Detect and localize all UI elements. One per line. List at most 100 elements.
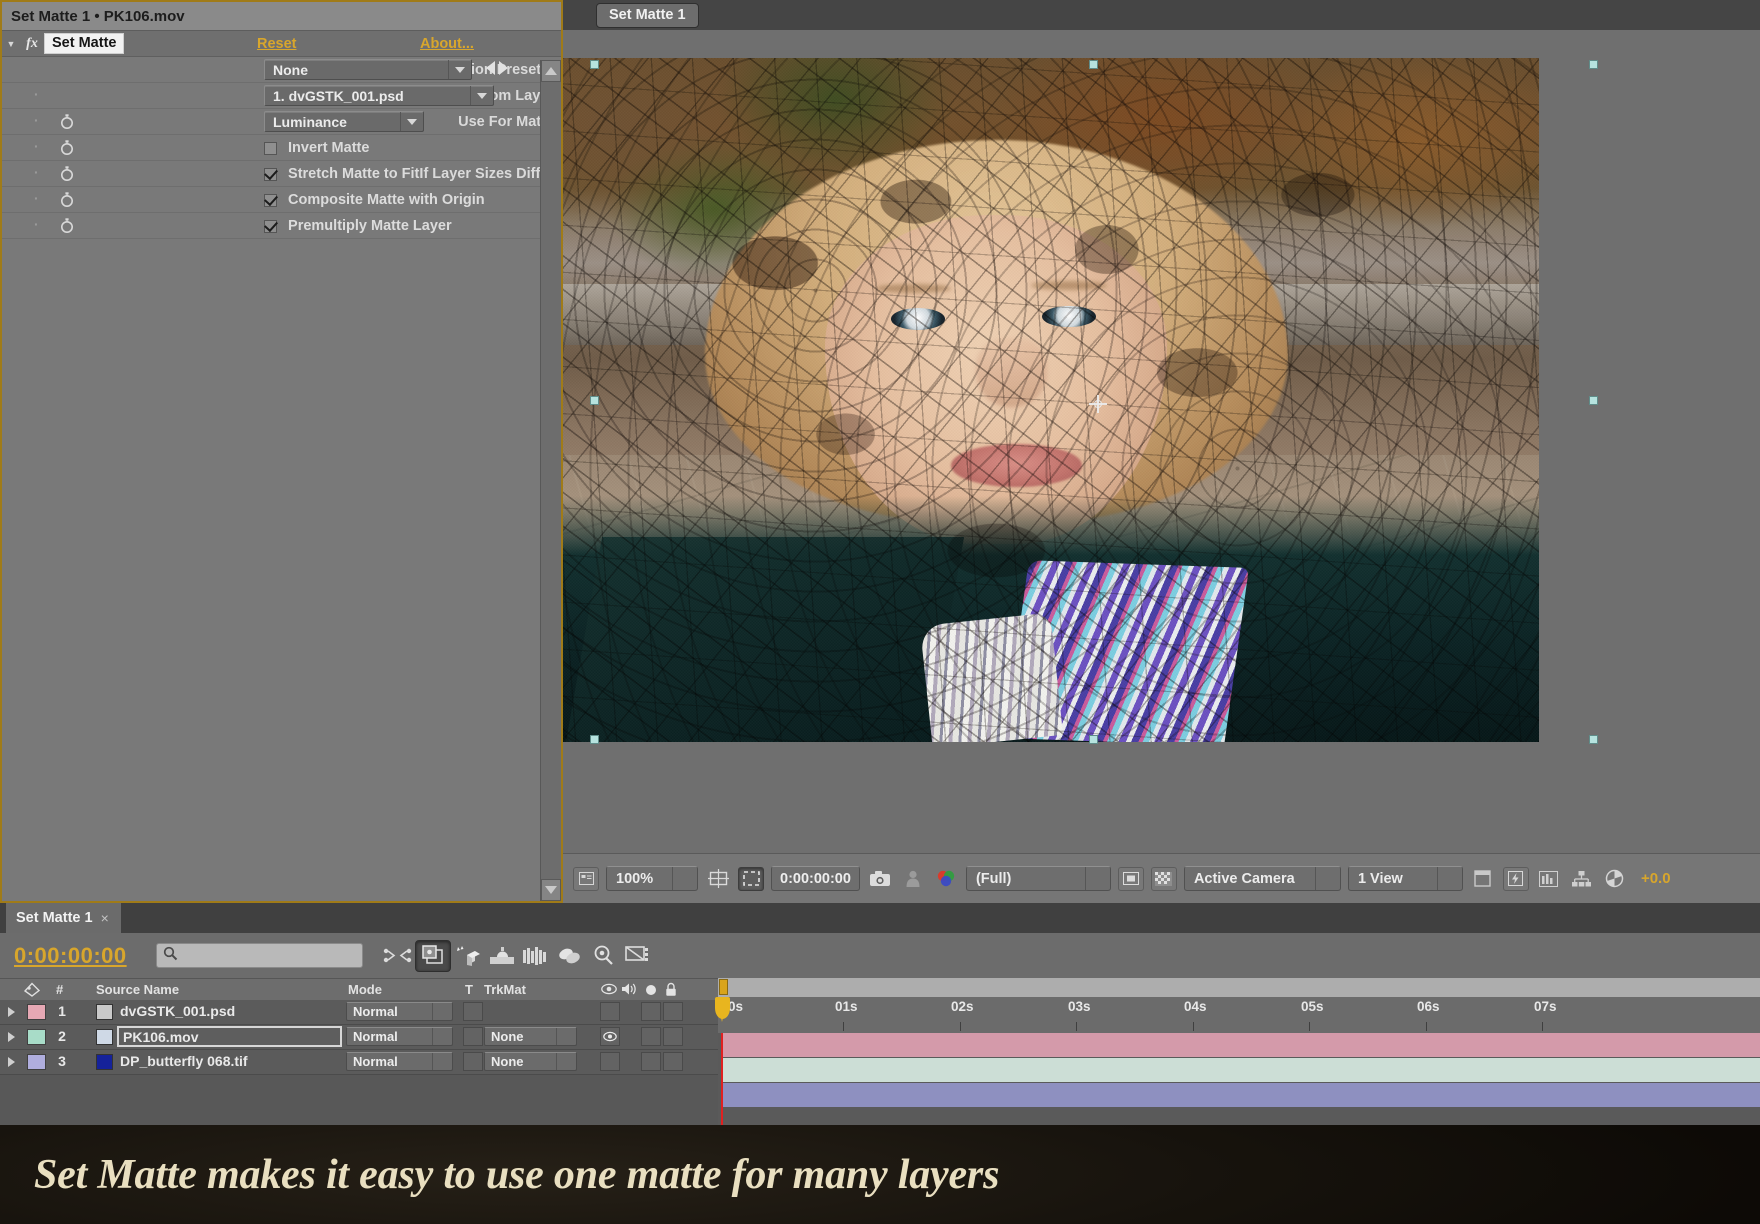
stopwatch-icon[interactable]	[59, 113, 75, 130]
region-of-interest-icon[interactable]	[738, 867, 764, 891]
preset-stepper[interactable]	[486, 61, 508, 75]
rgb-channels-icon[interactable]	[933, 867, 959, 891]
layer-mode-dropdown[interactable]: Normal	[346, 1002, 453, 1021]
resolution-dropdown[interactable]: (Full)	[966, 866, 1111, 891]
scroll-down-button[interactable]	[541, 879, 561, 901]
layer-video-switch[interactable]	[600, 1052, 620, 1071]
camera-icon[interactable]	[867, 867, 893, 891]
effect-name[interactable]: Set Matte	[44, 33, 124, 54]
transparency-grid-icon[interactable]	[1151, 867, 1177, 891]
stopwatch-icon[interactable]	[59, 191, 75, 208]
graph-editor-icon[interactable]	[587, 941, 621, 971]
search-input[interactable]	[156, 943, 363, 968]
current-time-field[interactable]: 0:00:00:00	[771, 866, 860, 891]
stopwatch-icon[interactable]	[59, 217, 75, 234]
table-row[interactable]: 3 DP_butterfly 068.tif Normal None	[0, 1050, 718, 1075]
selection-handle-bl[interactable]	[590, 735, 599, 744]
layer-video-switch[interactable]	[600, 1002, 620, 1021]
column-header-mode[interactable]: Mode	[348, 982, 382, 997]
time-navigator-start[interactable]	[719, 979, 728, 995]
playhead-knob[interactable]	[715, 997, 730, 1019]
layer-lock-switch[interactable]	[663, 1052, 683, 1071]
invert-matte-checkbox-group[interactable]: Invert Matte	[264, 140, 369, 156]
selection-handle-tc[interactable]	[1089, 60, 1098, 69]
layer-t-toggle[interactable]	[463, 1027, 483, 1046]
frame-blending-icon[interactable]	[485, 941, 519, 971]
selection-handle-br[interactable]	[1589, 735, 1598, 744]
premultiply-matte-checkbox-group[interactable]: Premultiply Matte Layer	[264, 218, 452, 234]
layer-mode-dropdown[interactable]: Normal	[346, 1052, 453, 1071]
selection-handle-tl[interactable]	[590, 60, 599, 69]
layer-color-swatch[interactable]	[27, 1054, 46, 1070]
layer-source-name-editing[interactable]: PK106.mov	[117, 1026, 342, 1047]
selection-handle-mr[interactable]	[1589, 396, 1598, 405]
view-dropdown[interactable]: Active Camera	[1184, 866, 1341, 891]
magnification-dropdown[interactable]: 100%	[606, 866, 698, 891]
comp-flowchart-icon[interactable]	[1569, 867, 1595, 891]
brainstorm-icon[interactable]	[553, 941, 587, 971]
scroll-up-button[interactable]	[541, 60, 561, 82]
toggle-mask-icon[interactable]	[1118, 867, 1144, 891]
table-row[interactable]: 2 PK106.mov Normal None	[0, 1025, 718, 1050]
layer-source-name[interactable]: dvGSTK_001.psd	[120, 1003, 235, 1019]
layer-lock-switch[interactable]	[663, 1002, 683, 1021]
guides-icon[interactable]	[1470, 867, 1496, 891]
anchor-point-icon[interactable]	[1089, 395, 1107, 413]
triangle-right-icon[interactable]	[8, 1007, 15, 1017]
selection-handle-tr[interactable]	[1589, 60, 1598, 69]
timeline-current-time[interactable]: 0:00:00:00	[14, 943, 127, 969]
layer-color-swatch[interactable]	[27, 1029, 46, 1045]
column-header-index[interactable]: #	[56, 982, 63, 997]
layer-trkmat-dropdown[interactable]: None	[484, 1052, 577, 1071]
time-ruler[interactable]: 0s 01s 02s 03s 04s 05s 06s 07s	[718, 997, 1760, 1034]
show-snapshot-icon[interactable]	[900, 867, 926, 891]
chevron-left-icon[interactable]	[486, 61, 495, 75]
comp-render-flowchart-icon[interactable]	[621, 941, 655, 971]
stopwatch-icon[interactable]	[59, 139, 75, 156]
layer-duration-bar[interactable]	[721, 1058, 1760, 1082]
layer-solo-switch[interactable]	[641, 1002, 661, 1021]
effect-controls-scrollbar[interactable]	[540, 60, 561, 901]
animation-presets-dropdown[interactable]: None	[264, 59, 472, 80]
layer-lock-switch[interactable]	[663, 1027, 683, 1046]
layer-video-switch[interactable]	[600, 1027, 620, 1046]
effect-header-row[interactable]: ▼ fx Set Matte Reset About...	[2, 31, 561, 57]
tab-timeline-set-matte-1[interactable]: Set Matte 1 ×	[6, 903, 121, 933]
stretch-matte-checkbox[interactable]	[264, 168, 277, 181]
composition-mini-flowchart-icon[interactable]	[381, 941, 415, 971]
reset-button[interactable]: Reset	[257, 36, 297, 52]
timeline-tracks[interactable]	[718, 1033, 1760, 1125]
view-layout-dropdown[interactable]: 1 View	[1348, 866, 1463, 891]
stretch-matte-checkbox-group[interactable]: Stretch Matte to Fit	[264, 166, 419, 182]
layer-duration-bar[interactable]	[721, 1083, 1760, 1107]
timeline-graph-area[interactable]: 0s 01s 02s 03s 04s 05s 06s 07s	[718, 978, 1760, 1125]
layer-color-swatch[interactable]	[27, 1004, 46, 1020]
selection-handle-ml[interactable]	[590, 396, 599, 405]
use-for-matte-dropdown[interactable]: Luminance	[264, 111, 424, 132]
draft-3d-icon[interactable]	[415, 940, 451, 972]
always-preview-this-view-icon[interactable]	[573, 867, 599, 891]
motion-blur-icon[interactable]	[519, 941, 553, 971]
column-header-t[interactable]: T	[465, 982, 473, 997]
selection-handle-bc[interactable]	[1089, 735, 1098, 744]
timeline-icon[interactable]	[1536, 867, 1562, 891]
layer-mode-dropdown[interactable]: Normal	[346, 1027, 453, 1046]
triangle-right-icon[interactable]	[8, 1057, 15, 1067]
fast-preview-icon[interactable]	[1503, 867, 1529, 891]
triangle-right-icon[interactable]	[8, 1032, 15, 1042]
exposure-value[interactable]: +0.0	[1641, 870, 1671, 887]
column-header-source-name[interactable]: Source Name	[96, 982, 179, 997]
close-icon[interactable]: ×	[101, 910, 109, 926]
layer-trkmat-dropdown[interactable]: None	[484, 1027, 577, 1046]
layer-t-toggle[interactable]	[463, 1002, 483, 1021]
invert-matte-checkbox[interactable]	[264, 142, 277, 155]
triangle-down-icon[interactable]: ▼	[2, 39, 20, 49]
take-matte-from-layer-dropdown[interactable]: 1. dvGSTK_001.psd	[264, 85, 494, 106]
exposure-icon[interactable]	[1602, 867, 1628, 891]
tab-set-matte-1[interactable]: Set Matte 1	[596, 3, 699, 28]
layer-solo-switch[interactable]	[641, 1027, 661, 1046]
column-header-trkmat[interactable]: TrkMat	[484, 982, 526, 997]
hide-shy-layers-icon[interactable]	[451, 941, 485, 971]
about-button[interactable]: About...	[420, 36, 474, 52]
layer-solo-switch[interactable]	[641, 1052, 661, 1071]
